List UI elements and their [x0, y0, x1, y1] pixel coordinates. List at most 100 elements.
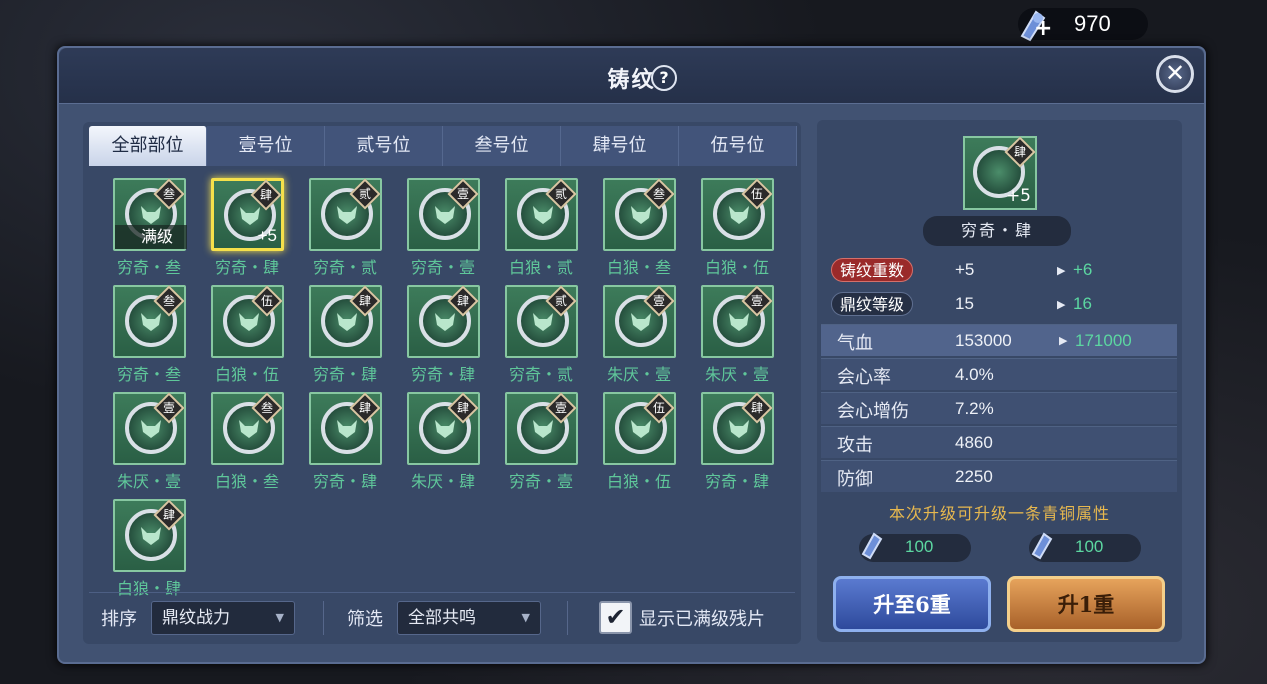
- fragment-icon[interactable]: 叁: [113, 285, 186, 358]
- fragment-item[interactable]: 壹穷奇・壹: [405, 178, 503, 285]
- fragment-item[interactable]: 肆穷奇・肆: [699, 392, 797, 499]
- fragment-item[interactable]: 叁穷奇・叁: [111, 285, 209, 392]
- fragment-name: 朱厌・肆: [410, 472, 475, 491]
- fragment-icon[interactable]: 肆: [701, 392, 774, 465]
- slot-tabs: 全部部位 壹号位 贰号位 叁号位 肆号位 伍号位: [89, 126, 797, 166]
- fragment-icon[interactable]: 壹: [113, 392, 186, 465]
- fragment-name: 穷奇・贰: [508, 365, 573, 384]
- sort-value: 鼎纹战力: [162, 608, 230, 628]
- fragment-icon[interactable]: 贰: [505, 285, 578, 358]
- fragment-item[interactable]: 贰穷奇・贰: [503, 285, 601, 392]
- fragment-item[interactable]: 肆白狼・肆: [111, 499, 209, 606]
- help-icon[interactable]: ?: [651, 65, 677, 91]
- currency-display[interactable]: + 970: [1018, 8, 1148, 42]
- fragment-item[interactable]: 伍白狼・伍: [601, 392, 699, 499]
- ding-level-next: 16: [1073, 294, 1092, 313]
- upgrade-one-button[interactable]: 升1重: [1007, 576, 1165, 632]
- stat-row: 防御 2250: [821, 460, 1177, 492]
- cost-value: 100: [905, 537, 934, 556]
- upgrade-max-button[interactable]: 升至6重: [833, 576, 991, 632]
- fragment-name: 白狼・叁: [214, 472, 279, 491]
- fragment-icon[interactable]: 壹: [603, 285, 676, 358]
- close-icon[interactable]: ✕: [1156, 55, 1194, 93]
- tab-slot-5[interactable]: 伍号位: [679, 126, 797, 166]
- upgrade-note: 本次升级可升级一条青铜属性: [888, 504, 1110, 523]
- fragment-item[interactable]: 贰穷奇・贰: [307, 178, 405, 285]
- fragment-icon[interactable]: 伍: [603, 392, 676, 465]
- divider: [567, 601, 568, 635]
- fragment-name: 穷奇・肆: [312, 472, 377, 491]
- forge-modal: 铸纹 ? ✕ 全部部位 壹号位 贰号位 叁号位 肆号位 伍号位 叁满级 穷奇・叁肆…: [57, 46, 1206, 664]
- selected-fragment-icon: 肆 +5: [963, 136, 1037, 210]
- fragment-item[interactable]: 贰白狼・贰: [503, 178, 601, 285]
- fragment-icon[interactable]: 肆: [309, 392, 382, 465]
- fragment-item[interactable]: 叁白狼・叁: [601, 178, 699, 285]
- fragment-name: 穷奇・肆: [923, 216, 1071, 246]
- fragment-icon[interactable]: 贰: [309, 178, 382, 251]
- arrow-right-icon: ▶: [1059, 334, 1068, 347]
- tab-slot-2[interactable]: 贰号位: [325, 126, 443, 166]
- fragment-icon[interactable]: 叁: [211, 392, 284, 465]
- fragment-item[interactable]: 叁白狼・叁: [209, 392, 307, 499]
- stat-value: 7.2%: [955, 399, 994, 418]
- fragment-icon[interactable]: 肆: [407, 392, 480, 465]
- fragment-item[interactable]: 肆穷奇・肆: [307, 285, 405, 392]
- filter-label: 筛选: [347, 609, 383, 630]
- fragment-item[interactable]: 叁满级 穷奇・叁: [111, 178, 209, 285]
- fragment-icon[interactable]: 肆 +5: [211, 178, 284, 251]
- fragment-icon[interactable]: 肆: [113, 499, 186, 572]
- tab-all[interactable]: 全部部位: [89, 126, 207, 166]
- fragment-item[interactable]: 肆穷奇・肆: [405, 285, 503, 392]
- fragment-name: 白狼・伍: [606, 472, 671, 491]
- tab-slot-4[interactable]: 肆号位: [561, 126, 679, 166]
- fragment-name: 朱厌・壹: [704, 365, 769, 384]
- modal-titlebar: 铸纹 ? ✕: [59, 48, 1204, 104]
- stat-name: 会心增伤: [837, 401, 909, 422]
- fragment-item[interactable]: 伍白狼・伍: [699, 178, 797, 285]
- fragment-name: 朱厌・壹: [606, 365, 671, 384]
- fragment-item[interactable]: 肆朱厌・肆: [405, 392, 503, 499]
- fragment-icon[interactable]: 肆: [309, 285, 382, 358]
- fragment-icon[interactable]: 肆: [407, 285, 480, 358]
- fragment-item[interactable]: 壹朱厌・壹: [111, 392, 209, 499]
- fragment-item[interactable]: 肆穷奇・肆: [307, 392, 405, 499]
- sort-dropdown[interactable]: 鼎纹战力 ▼: [151, 601, 295, 635]
- fragment-item[interactable]: 壹穷奇・壹: [503, 392, 601, 499]
- fragment-icon[interactable]: 伍: [211, 285, 284, 358]
- fragment-name: 白狼・贰: [508, 258, 573, 277]
- stat-value: 4.0%: [955, 365, 994, 384]
- fragment-icon[interactable]: 叁: [603, 178, 676, 251]
- add-currency-icon[interactable]: +: [1034, 18, 1052, 40]
- fragment-item[interactable]: 壹朱厌・壹: [699, 285, 797, 392]
- fragment-icon[interactable]: 壹: [407, 178, 480, 251]
- forge-count-current: +5: [955, 260, 975, 279]
- filter-value: 全部共鸣: [408, 608, 476, 628]
- filter-dropdown[interactable]: 全部共鸣 ▼: [397, 601, 541, 635]
- chevron-down-icon: ▼: [521, 611, 530, 624]
- stat-name: 气血: [837, 333, 873, 354]
- stat-row: 气血 153000 ▶ 171000: [821, 324, 1177, 356]
- fragment-item[interactable]: 肆 +5 穷奇・肆: [209, 178, 307, 285]
- fragment-name: 白狼・叁: [606, 258, 671, 277]
- forge-count-next: +6: [1073, 260, 1093, 279]
- fragment-icon[interactable]: 伍: [701, 178, 774, 251]
- gem-currency-icon: [1031, 532, 1053, 560]
- stat-name: 防御: [837, 469, 873, 490]
- fragment-name: 白狼・伍: [704, 258, 769, 277]
- fragment-name: 穷奇・肆: [410, 365, 475, 384]
- fragment-item[interactable]: 伍白狼・伍: [209, 285, 307, 392]
- fragment-name: 穷奇・肆: [214, 258, 279, 277]
- fragment-icon[interactable]: 壹: [701, 285, 774, 358]
- show-maxed-checkbox[interactable]: ✔: [599, 601, 632, 634]
- stat-next-value: 171000: [1075, 331, 1132, 350]
- tab-slot-3[interactable]: 叁号位: [443, 126, 561, 166]
- fragment-item[interactable]: 壹朱厌・壹: [601, 285, 699, 392]
- fragment-icon[interactable]: 叁满级: [113, 178, 187, 251]
- cost-value: 100: [1075, 537, 1104, 556]
- chevron-down-icon: ▼: [275, 611, 284, 624]
- tab-slot-1[interactable]: 壹号位: [207, 126, 325, 166]
- fragment-name: 穷奇・壹: [410, 258, 475, 277]
- fragment-icon[interactable]: 贰: [505, 178, 578, 251]
- arrow-right-icon: ▶: [1057, 264, 1066, 277]
- fragment-icon[interactable]: 壹: [505, 392, 578, 465]
